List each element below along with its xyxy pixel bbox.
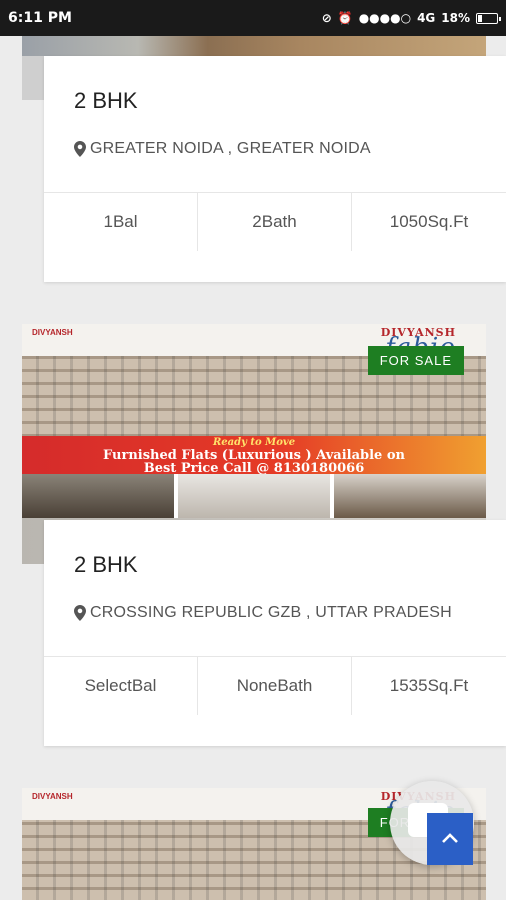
brand-logo: DIVYANSH [32,328,73,337]
bath-count: NoneBath [198,657,352,715]
interior-thumb [22,474,174,518]
interior-thumb [334,474,486,518]
area-size: 1535Sq.Ft [389,676,469,695]
listing-stats: 1Bal 2Bath 1050Sq.Ft [44,193,506,251]
balcony-count: SelectBal [44,657,198,715]
location-text: GREATER NOIDA , GREATER NOIDA [90,140,371,157]
listing-location: CROSSING REPUBLIC GZB , UTTAR PRADESH [74,604,452,622]
listing-title: 2 BHK [74,552,138,577]
chevron-up-icon [442,830,458,848]
status-bar: 6:11 PM ⊘ ⏰ ●●●●○ 4G 18% [0,0,506,36]
for-sale-badge: FOR SALE [367,346,464,375]
status-icons: ⊘ ⏰ ●●●●○ 4G 18% [321,11,501,25]
map-marker-icon [74,605,86,621]
listing-stats: SelectBal NoneBath 1535Sq.Ft [44,657,506,715]
listing-card[interactable]: 2 BHK GREATER NOIDA , GREATER NOIDA 1Bal… [44,56,506,282]
listing-location: GREATER NOIDA , GREATER NOIDA [74,140,371,158]
location-text: CROSSING REPUBLIC GZB , UTTAR PRADESH [90,604,452,621]
bath-count: 2Bath [198,193,352,251]
balcony-count: 1Bal [44,193,198,251]
brand-logo: DIVYANSH [32,792,73,801]
banner-line-1: Ready to Move [212,437,296,448]
interior-thumb [178,474,330,518]
interior-thumbnails [22,474,486,518]
lock-rotation-icon: ⊘ [321,11,332,25]
network-type: 4G [417,11,436,25]
battery-percent: 18% [441,11,470,25]
area-size: 1050Sq.Ft [389,212,469,231]
status-time: 6:11 PM [8,10,72,26]
scroll-to-top-button[interactable] [427,813,473,865]
battery-icon [476,12,501,24]
listing-card[interactable]: 2 BHK CROSSING REPUBLIC GZB , UTTAR PRAD… [44,520,506,746]
promo-banner: Ready to Move Furnished Flats (Luxurious… [22,436,486,475]
map-marker-icon [74,141,86,157]
listing-title: 2 BHK [74,88,138,113]
banner-line-2: Furnished Flats (Luxurious ) Available o… [103,447,405,463]
signal-icon: ●●●●○ [358,11,412,25]
alarm-icon: ⏰ [337,11,353,25]
